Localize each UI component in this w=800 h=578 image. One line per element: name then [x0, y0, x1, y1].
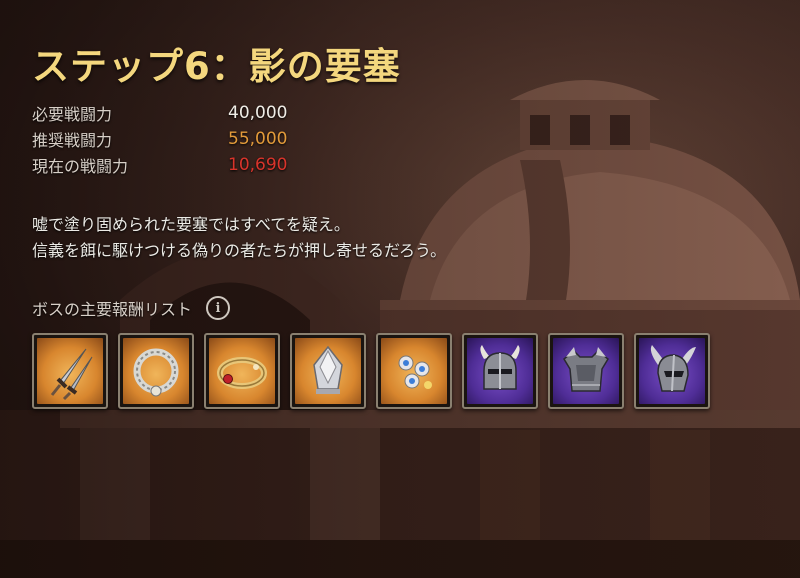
reward-item-slot[interactable] — [376, 333, 452, 409]
reward-item-slot[interactable] — [204, 333, 280, 409]
info-icon[interactable]: i — [206, 296, 231, 320]
stage-title: ステップ6：影の要塞 — [32, 45, 401, 88]
reward-item-slot[interactable] — [462, 333, 538, 409]
plate-armor-icon — [563, 347, 609, 392]
stat-label: 必要戦闘力 — [32, 105, 113, 124]
stat-value: 10,690 — [228, 155, 288, 175]
stat-label: 推奨戦闘力 — [32, 131, 113, 150]
gold-ruby-bracelet-icon — [217, 357, 267, 389]
silver-necklace-icon — [133, 348, 179, 397]
stage-description: 嘘で塗り固められた要塞ではすべてを疑え。 信義を餌に駆けつける偽りの者たちが押し… — [32, 212, 446, 264]
reward-list-title: ボスの主要報酬リスト — [32, 300, 193, 319]
twin-daggers-icon — [50, 348, 93, 401]
reward-item-slot[interactable] — [548, 333, 624, 409]
stat-value: 55,000 — [228, 129, 288, 149]
recommended-power-row: 推奨戦闘力 55,000 — [32, 126, 287, 152]
reward-item-slot[interactable] — [32, 333, 108, 409]
reward-item-slot[interactable] — [118, 333, 194, 409]
winged-helmet-icon — [650, 345, 696, 392]
reward-item-slot[interactable] — [634, 333, 710, 409]
description-line: 信義を餌に駆けつける偽りの者たちが押し寄せるだろう。 — [32, 241, 447, 260]
reward-list-header: ボスの主要報酬リスト i — [32, 296, 231, 320]
power-stats: 必要戦闘力 40,000 推奨戦闘力 55,000 現在の戦闘力 10,690 — [32, 100, 287, 178]
stat-value: 40,000 — [228, 103, 288, 123]
reward-item-list — [32, 333, 710, 409]
description-line: 嘘で塗り固められた要塞ではすべてを疑え。 — [32, 215, 350, 234]
horned-helmet-icon — [480, 345, 520, 390]
silver-gem-ornament-icon — [313, 345, 343, 394]
stat-label: 現在の戦闘力 — [32, 157, 129, 176]
jeweled-earrings-icon — [398, 355, 432, 389]
reward-item-slot[interactable] — [290, 333, 366, 409]
current-power-row: 現在の戦闘力 10,690 — [32, 152, 287, 178]
required-power-row: 必要戦闘力 40,000 — [32, 100, 287, 126]
